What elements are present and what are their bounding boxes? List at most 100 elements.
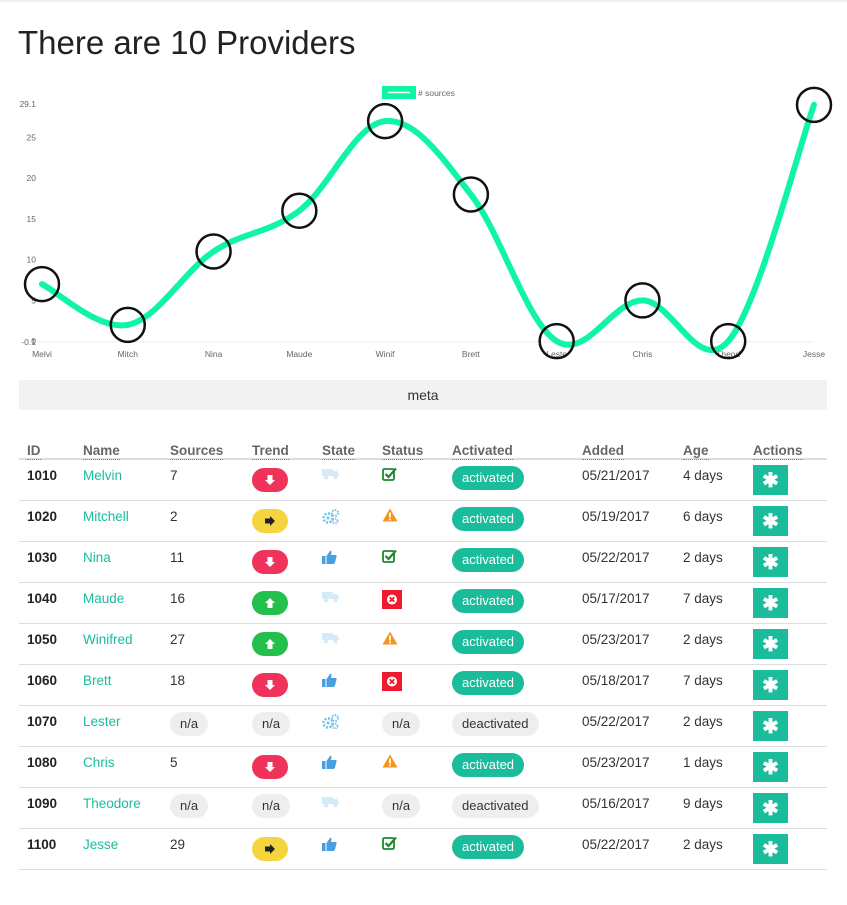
- x-tick-label: Nina: [205, 349, 223, 359]
- y-tick-label: 20: [27, 173, 37, 183]
- added-date: 05/22/2017: [574, 541, 675, 583]
- provider-name-link[interactable]: Mitchell: [75, 500, 162, 542]
- activated-cell: activated: [444, 746, 574, 788]
- provider-name-link[interactable]: Lester: [75, 705, 162, 747]
- provider-name-link[interactable]: Brett: [75, 664, 162, 706]
- added-date: 05/18/2017: [574, 664, 675, 706]
- trend-cell: [244, 582, 314, 624]
- asterisk-icon: ✱: [762, 674, 779, 697]
- table-row: 1090 Theodore n/a n/a n/a deactivated 05/16/20…: [19, 787, 827, 829]
- actions-cell: ✱: [745, 705, 827, 747]
- state-cell: [314, 787, 374, 829]
- row-action-button[interactable]: ✱: [753, 505, 788, 536]
- actions-cell: ✱: [745, 541, 827, 583]
- provider-name-link[interactable]: Theodore: [75, 787, 162, 829]
- col-header-name[interactable]: Name: [75, 428, 162, 460]
- state-cell: [314, 582, 374, 624]
- sources-cell: 29: [162, 828, 244, 870]
- x-tick-label: Maude: [286, 349, 312, 359]
- status-cell: [374, 664, 444, 706]
- activation-badge: activated: [452, 752, 525, 777]
- col-header-added[interactable]: Added: [574, 428, 675, 460]
- x-tick-label: Jesse: [803, 349, 825, 359]
- meta-section-bar[interactable]: meta: [19, 380, 827, 410]
- activation-badge: activated: [452, 834, 525, 859]
- activation-badge: activated: [452, 466, 525, 490]
- provider-name-link[interactable]: Jesse: [75, 828, 162, 870]
- col-header-status[interactable]: Status: [374, 428, 444, 460]
- provider-id: 1040: [19, 582, 75, 624]
- col-header-state[interactable]: State: [314, 428, 374, 460]
- truck-icon: [322, 468, 340, 483]
- row-action-button[interactable]: ✱: [753, 628, 788, 659]
- status-cell: [374, 746, 444, 788]
- y-tick-label: -0.1: [21, 337, 36, 347]
- state-cell: [314, 623, 374, 665]
- sources-count: 5: [170, 754, 178, 770]
- provider-id: 1060: [19, 664, 75, 706]
- actions-cell: ✱: [745, 787, 827, 829]
- row-action-button[interactable]: ✱: [753, 710, 788, 741]
- state-cell: [314, 541, 374, 583]
- x-tick-label: Winif: [376, 349, 396, 359]
- providers-table: ID Name Sources Trend State Status Activ…: [19, 428, 827, 870]
- sources-count: 11: [170, 549, 185, 565]
- row-action-button[interactable]: ✱: [753, 669, 788, 700]
- provider-name-link[interactable]: Nina: [75, 541, 162, 583]
- legend-label: # sources: [418, 88, 455, 98]
- age-value: 2 days: [675, 541, 745, 583]
- asterisk-icon: ✱: [762, 838, 779, 861]
- col-header-activated[interactable]: Activated: [444, 428, 574, 460]
- age-value: 6 days: [675, 500, 745, 542]
- y-tick-label: 29.1: [19, 99, 36, 109]
- activated-cell: activated: [444, 541, 574, 583]
- table-row: 1050 Winifred 27 activated 05/23/2017 2 days ✱: [19, 623, 827, 665]
- row-action-button[interactable]: ✱: [753, 465, 788, 495]
- truck-icon: [322, 796, 340, 811]
- status-cell: n/a: [374, 787, 444, 829]
- row-action-button[interactable]: ✱: [753, 833, 788, 864]
- trend-cell: [244, 746, 314, 788]
- trend-down-badge: [252, 549, 288, 574]
- sources-na-badge: n/a: [170, 711, 209, 736]
- sources-cell: n/a: [162, 787, 244, 829]
- row-action-button[interactable]: ✱: [753, 792, 788, 823]
- activation-badge: activated: [452, 547, 525, 572]
- provider-id: 1010: [19, 459, 75, 501]
- actions-cell: ✱: [745, 500, 827, 542]
- state-cell: [314, 664, 374, 706]
- row-action-button[interactable]: ✱: [753, 751, 788, 782]
- status-check-icon: [382, 549, 397, 566]
- actions-cell: ✱: [745, 623, 827, 665]
- sources-cell: 7: [162, 459, 244, 501]
- provider-id: 1100: [19, 828, 75, 870]
- col-header-sources[interactable]: Sources: [162, 428, 244, 460]
- col-header-actions: Actions: [745, 428, 827, 460]
- provider-name-link[interactable]: Melvin: [75, 459, 162, 501]
- row-action-button[interactable]: ✱: [753, 587, 788, 618]
- age-value: 2 days: [675, 623, 745, 665]
- trend-up-badge: [252, 631, 288, 656]
- table-header-row: ID Name Sources Trend State Status Activ…: [19, 428, 827, 460]
- trend-cell: [244, 541, 314, 583]
- col-header-trend[interactable]: Trend: [244, 428, 314, 460]
- status-warning-icon: [382, 754, 398, 771]
- trend-down-badge: [252, 468, 288, 492]
- added-date: 05/21/2017: [574, 459, 675, 501]
- provider-name-link[interactable]: Winifred: [75, 623, 162, 665]
- row-action-button[interactable]: ✱: [753, 546, 788, 577]
- trend-cell: [244, 828, 314, 870]
- table-row: 1080 Chris 5 activated 05/23/2017 1 days ✱: [19, 746, 827, 788]
- age-value: 7 days: [675, 582, 745, 624]
- cogs-icon: [322, 508, 339, 527]
- table-row: 1100 Jesse 29 activated 05/22/2017 2 days ✱: [19, 828, 827, 870]
- provider-id: 1050: [19, 623, 75, 665]
- col-header-id[interactable]: ID: [19, 428, 75, 460]
- table-row: 1020 Mitchell 2 activated 05/19/2017 6 days ✱: [19, 500, 827, 542]
- trend-right-badge: [252, 836, 288, 861]
- col-header-age[interactable]: Age: [675, 428, 745, 460]
- activation-badge: activated: [452, 629, 525, 654]
- provider-name-link[interactable]: Chris: [75, 746, 162, 788]
- provider-name-link[interactable]: Maude: [75, 582, 162, 624]
- trend-cell: n/a: [244, 787, 314, 829]
